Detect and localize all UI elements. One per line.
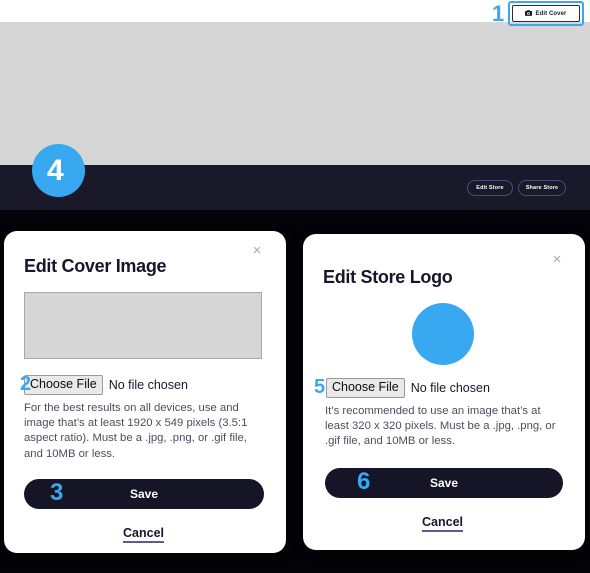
annotation-number-3: 3 [50,479,64,506]
edit-cover-button[interactable]: Edit Cover [512,5,580,22]
logo-cancel-button[interactable]: Cancel [422,515,463,532]
logo-file-input[interactable]: Choose File No file chosen [326,378,490,398]
logo-dialog-close-icon[interactable]: × [549,252,565,268]
camera-icon [525,9,533,18]
logo-file-status: No file chosen [410,381,490,395]
annotation-number-1: 1 [492,1,505,26]
annotation-number-2: 2 [20,373,32,395]
cover-dialog-close-icon[interactable]: × [249,243,265,259]
cover-image-preview [24,292,262,359]
logo-dialog-title: Edit Store Logo [323,267,453,287]
edit-store-button[interactable]: Edit Store [467,180,513,196]
annotation-number-4: 4 [47,154,64,187]
cover-cancel-button[interactable]: Cancel [123,526,164,543]
screenshot-root: Edit Cover Edit Store Share Store × Edit… [0,0,590,573]
cover-dialog-title: Edit Cover Image [24,256,167,276]
cover-file-status: No file chosen [108,378,188,392]
cover-save-button-label: Save [129,487,159,501]
cover-choose-file-button[interactable]: Choose File [24,375,103,395]
logo-choose-file-button[interactable]: Choose File [326,378,405,398]
annotation-number-6: 6 [357,468,371,495]
edit-cover-button-label: Edit Cover [535,10,567,17]
cover-dialog-description: For the best results on all devices, use… [24,402,248,460]
store-cover-image [0,22,590,165]
logo-save-button-label: Save [429,476,459,490]
edit-store-button-label: Edit Store [476,185,504,191]
share-store-button[interactable]: Share Store [518,180,566,196]
cover-file-input[interactable]: Choose File No file chosen [24,375,188,395]
logo-dialog-description: It’s recommended to use an image that’s … [325,405,556,448]
annotation-number-5: 5 [314,376,326,398]
share-store-button-label: Share Store [525,185,559,191]
store-logo-preview [412,303,474,365]
